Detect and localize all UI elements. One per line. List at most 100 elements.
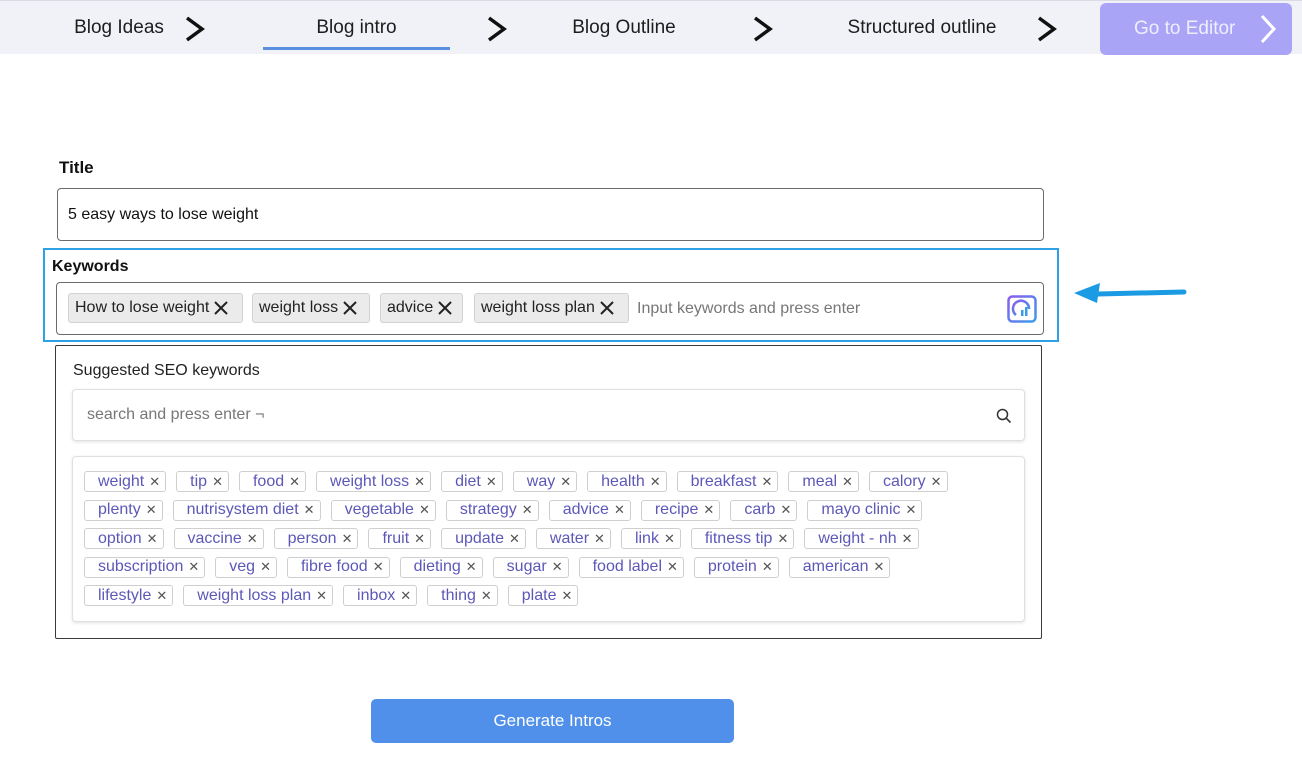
- keywords-input-box[interactable]: How to lose weight weight loss advice we…: [56, 282, 1044, 335]
- suggested-keyword-tag[interactable]: water ✕: [535, 528, 611, 549]
- suggested-keyword-tag[interactable]: veg ✕: [215, 556, 277, 578]
- suggested-keyword-tag[interactable]: carb ✕: [730, 499, 798, 521]
- suggested-keyword-tag[interactable]: calory ✕: [868, 471, 948, 492]
- close-icon[interactable]: ✕: [906, 502, 917, 518]
- close-icon[interactable]: ✕: [902, 531, 913, 547]
- suggested-keyword-tag[interactable]: weight loss plan ✕: [183, 585, 334, 606]
- keywords-input[interactable]: [637, 297, 997, 321]
- step-structured-outline[interactable]: Structured outline: [832, 1, 1012, 55]
- suggested-keyword-tag[interactable]: way ✕: [512, 471, 578, 492]
- close-icon[interactable]: ✕: [561, 588, 572, 604]
- close-icon[interactable]: ✕: [874, 559, 885, 575]
- close-icon[interactable]: ✕: [342, 531, 353, 547]
- close-icon[interactable]: ✕: [316, 588, 327, 604]
- close-icon[interactable]: ✕: [419, 502, 430, 518]
- close-icon[interactable]: ✕: [703, 502, 714, 518]
- close-icon[interactable]: [599, 300, 615, 316]
- suggested-keyword-tag[interactable]: mayo clinic ✕: [807, 499, 923, 521]
- go-to-editor-button[interactable]: Go to Editor: [1100, 3, 1292, 55]
- close-icon[interactable]: ✕: [373, 559, 384, 575]
- suggested-keyword-tag[interactable]: diet ✕: [441, 471, 503, 492]
- suggested-keyword-tag[interactable]: protein ✕: [693, 556, 779, 578]
- close-icon[interactable]: ✕: [149, 474, 160, 490]
- suggested-keyword-tag[interactable]: fitness tip ✕: [690, 528, 795, 549]
- suggested-keyword-tag[interactable]: weight ✕: [84, 471, 167, 492]
- step-label: Blog Ideas: [74, 17, 164, 38]
- close-icon[interactable]: ✕: [650, 474, 661, 490]
- close-icon[interactable]: ✕: [509, 531, 520, 547]
- suggested-keyword-tag[interactable]: tip ✕: [176, 471, 229, 492]
- close-icon[interactable]: ✕: [247, 531, 258, 547]
- close-icon[interactable]: ✕: [614, 502, 625, 518]
- suggested-keyword-tag[interactable]: vegetable ✕: [330, 499, 436, 521]
- suggested-keyword-tag[interactable]: lifestyle ✕: [84, 585, 174, 606]
- title-input[interactable]: [57, 188, 1044, 241]
- suggested-keyword-tag[interactable]: fruit ✕: [368, 528, 432, 549]
- suggested-keyword-label: water: [549, 529, 590, 547]
- close-icon[interactable]: [437, 300, 453, 316]
- close-icon[interactable]: ✕: [212, 474, 223, 490]
- step-blog-outline[interactable]: Blog Outline: [558, 1, 690, 55]
- close-icon[interactable]: ✕: [667, 559, 678, 575]
- suggested-keyword-tag[interactable]: weight loss ✕: [316, 471, 432, 492]
- suggested-keyword-tag[interactable]: vaccine ✕: [173, 528, 264, 549]
- close-icon[interactable]: [213, 300, 229, 316]
- close-icon[interactable]: ✕: [414, 474, 425, 490]
- close-icon[interactable]: ✕: [780, 502, 791, 518]
- suggested-keyword-tag[interactable]: plenty ✕: [84, 499, 163, 521]
- suggested-keyword-tag[interactable]: person ✕: [273, 528, 359, 549]
- close-icon[interactable]: ✕: [777, 531, 788, 547]
- close-icon[interactable]: ✕: [147, 531, 158, 547]
- suggested-keyword-tag[interactable]: thing ✕: [427, 585, 498, 606]
- close-icon[interactable]: ✕: [842, 474, 853, 490]
- suggested-keyword-label: tip: [190, 472, 208, 490]
- close-icon[interactable]: ✕: [289, 474, 300, 490]
- suggested-keyword-tag[interactable]: strategy ✕: [445, 499, 539, 521]
- search-icon[interactable]: [996, 408, 1012, 424]
- suggested-keyword-tag[interactable]: update ✕: [441, 528, 526, 549]
- close-icon[interactable]: ✕: [552, 559, 563, 575]
- close-icon[interactable]: ✕: [762, 559, 773, 575]
- close-icon[interactable]: ✕: [481, 588, 492, 604]
- suggested-keyword-tag[interactable]: sugar ✕: [492, 556, 569, 578]
- close-icon[interactable]: [342, 300, 358, 316]
- suggested-keyword-tag[interactable]: american ✕: [788, 556, 891, 578]
- step-blog-intro[interactable]: Blog intro: [263, 1, 450, 55]
- suggested-keyword-tag[interactable]: breakfast ✕: [676, 471, 779, 492]
- close-icon[interactable]: ✕: [664, 531, 675, 547]
- close-icon[interactable]: ✕: [400, 588, 411, 604]
- close-icon[interactable]: ✕: [560, 474, 571, 490]
- suggested-keyword-tag[interactable]: fibre food ✕: [286, 556, 390, 578]
- suggested-keyword-tag[interactable]: recipe ✕: [640, 499, 721, 521]
- suggested-keyword-tag[interactable]: plate ✕: [507, 585, 579, 606]
- close-icon[interactable]: ✕: [466, 559, 477, 575]
- tag-row: subscription ✕ veg ✕ fibre food ✕ dieting ✕ suga…: [84, 556, 1013, 578]
- close-icon[interactable]: ✕: [522, 502, 533, 518]
- close-icon[interactable]: ✕: [304, 502, 315, 518]
- close-icon[interactable]: ✕: [594, 531, 605, 547]
- suggested-keyword-tag[interactable]: nutrisystem diet ✕: [172, 499, 321, 521]
- close-icon[interactable]: ✕: [761, 474, 772, 490]
- suggestion-search-input[interactable]: [87, 403, 967, 427]
- close-icon[interactable]: ✕: [414, 531, 425, 547]
- suggested-keyword-tag[interactable]: meal ✕: [788, 471, 859, 492]
- suggested-keyword-tag[interactable]: dieting ✕: [399, 556, 483, 578]
- generate-intros-button[interactable]: Generate Intros: [371, 699, 734, 743]
- suggested-keyword-tag[interactable]: link ✕: [620, 528, 681, 549]
- step-blog-ideas[interactable]: Blog Ideas: [60, 1, 178, 55]
- suggested-keyword-tag[interactable]: option ✕: [84, 528, 164, 549]
- close-icon[interactable]: ✕: [188, 559, 199, 575]
- suggested-keyword-tag[interactable]: subscription ✕: [84, 556, 206, 578]
- close-icon[interactable]: ✕: [156, 588, 167, 604]
- suggested-keyword-tag[interactable]: health ✕: [587, 471, 667, 492]
- suggested-keyword-tag[interactable]: weight - nh ✕: [804, 528, 919, 549]
- close-icon[interactable]: ✕: [146, 502, 157, 518]
- suggested-keyword-tag[interactable]: inbox ✕: [343, 585, 418, 606]
- close-icon[interactable]: ✕: [931, 474, 942, 490]
- close-icon[interactable]: ✕: [486, 474, 497, 490]
- suggested-keyword-tag[interactable]: food label ✕: [578, 556, 684, 578]
- suggested-keyword-tag[interactable]: advice ✕: [548, 499, 631, 521]
- seo-tool-logo-icon[interactable]: [1007, 295, 1037, 323]
- close-icon[interactable]: ✕: [260, 559, 271, 575]
- suggested-keyword-tag[interactable]: food ✕: [238, 471, 307, 492]
